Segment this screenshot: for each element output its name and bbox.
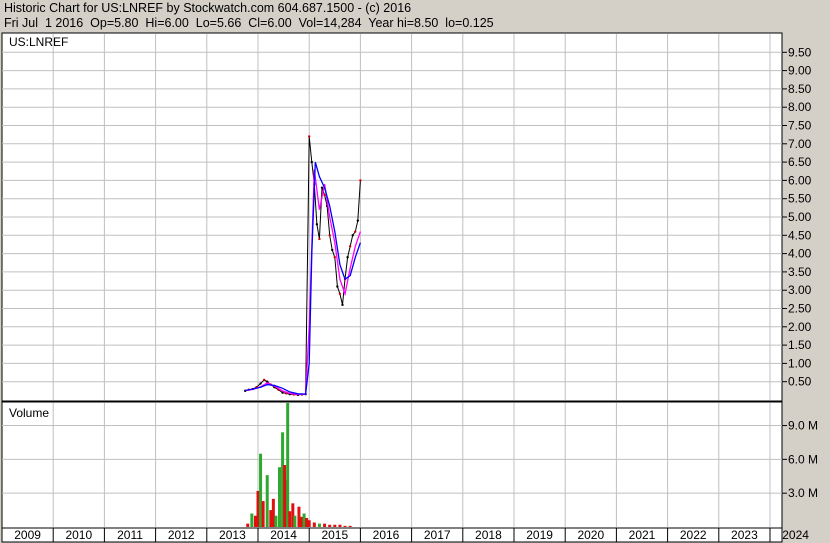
volume-bar <box>278 467 282 527</box>
volume-bar <box>271 498 275 527</box>
year-tick-label: 2014 <box>270 528 297 542</box>
year-tick-label: 2013 <box>219 528 246 542</box>
year-tick-label: 2020 <box>577 528 604 542</box>
price-tick-label: 4.00 <box>788 247 812 261</box>
stock-chart: 2009 2010 2011 2012 2013 2014 2015 2016 2017 2018… <box>1 32 818 543</box>
year-tick-label: 2021 <box>629 528 656 542</box>
volume-bar <box>297 506 301 527</box>
price-tick-label: 1.00 <box>788 356 812 370</box>
price-point <box>328 234 331 237</box>
volume-tick-label: 6.0 M <box>788 452 818 466</box>
year-tick-label: 2024 <box>782 528 809 542</box>
volume-bar <box>265 475 269 527</box>
year-tick-label: 2009 <box>14 528 41 542</box>
year-tick-label: 2015 <box>321 528 348 542</box>
volume-bar <box>348 525 352 527</box>
price-tick-label: 3.00 <box>788 283 812 297</box>
volume-bar <box>333 524 337 527</box>
price-tick-label: 1.50 <box>788 338 812 352</box>
volume-bar <box>338 524 342 527</box>
volume-bar <box>307 520 311 527</box>
volume-bar <box>274 515 278 527</box>
price-tick-label: 9.00 <box>788 64 812 78</box>
volume-bar <box>328 524 332 527</box>
price-tick-label: 6.50 <box>788 155 812 169</box>
price-tick-label: 9.50 <box>788 45 812 59</box>
volume-bar <box>343 525 347 527</box>
year-tick-label: 2010 <box>65 528 92 542</box>
price-point <box>318 237 321 241</box>
price-tick-label: 7.50 <box>788 119 812 133</box>
volume-bar <box>269 510 273 527</box>
price-point <box>346 256 349 259</box>
price-tick-label: 5.00 <box>788 210 812 224</box>
year-tick-label: 2011 <box>117 528 143 542</box>
price-point <box>356 219 360 222</box>
price-point <box>338 292 342 296</box>
year-tick-label: 2019 <box>526 528 553 542</box>
volume-panel-title: Volume <box>9 406 49 420</box>
volume-bar <box>253 515 257 527</box>
price-tick-label: 2.00 <box>788 320 812 334</box>
volume-bar <box>250 513 254 527</box>
volume-bar <box>246 523 250 527</box>
price-panel-title: US:LNREF <box>9 35 68 49</box>
price-tick-label: 4.50 <box>788 228 812 242</box>
price-tick-label: 3.50 <box>788 265 812 279</box>
price-point <box>354 230 357 233</box>
price-point <box>310 160 313 164</box>
year-tick-label: 2012 <box>168 528 195 542</box>
price-tick-label: 2.50 <box>788 302 812 316</box>
volume-bar <box>323 523 327 527</box>
volume-bar <box>317 523 321 527</box>
price-point <box>336 285 339 288</box>
volume-bar <box>293 515 297 527</box>
year-tick-label: 2023 <box>731 528 758 542</box>
volume-bar <box>312 522 316 527</box>
volume-bar <box>288 511 292 527</box>
year-tick-label: 2022 <box>680 528 707 542</box>
year-tick-label: 2016 <box>373 528 400 542</box>
price-point <box>323 193 326 197</box>
price-point <box>341 303 344 307</box>
volume-bar <box>305 517 309 527</box>
volume-bar <box>259 453 263 527</box>
price-point <box>348 245 352 248</box>
volume-bar <box>261 501 265 527</box>
volume-panel <box>1 401 783 529</box>
price-tick-label: 6.00 <box>788 173 812 187</box>
price-tick-label: 5.50 <box>788 192 812 206</box>
price-point <box>320 186 324 189</box>
price-point <box>262 378 266 382</box>
price-tick-label: 8.50 <box>788 82 812 96</box>
price-point <box>259 382 262 385</box>
price-tick-label: 8.00 <box>788 100 812 114</box>
year-tick-label: 2018 <box>475 528 502 542</box>
price-point <box>359 179 362 182</box>
price-tick-label: 7.00 <box>788 137 812 151</box>
volume-bar <box>286 403 290 527</box>
volume-tick-label: 3.0 M <box>788 486 818 500</box>
price-point <box>308 135 311 138</box>
volume-tick-label: 9.0 M <box>788 419 818 433</box>
volume-bar <box>302 513 306 527</box>
price-point <box>315 223 319 226</box>
year-tick-label: 2017 <box>424 528 451 542</box>
volume-bar <box>256 490 260 527</box>
price-point <box>333 256 336 259</box>
volume-bar <box>300 516 304 527</box>
price-point <box>351 234 354 237</box>
price-tick-label: 0.50 <box>788 375 812 389</box>
price-point <box>331 248 334 252</box>
